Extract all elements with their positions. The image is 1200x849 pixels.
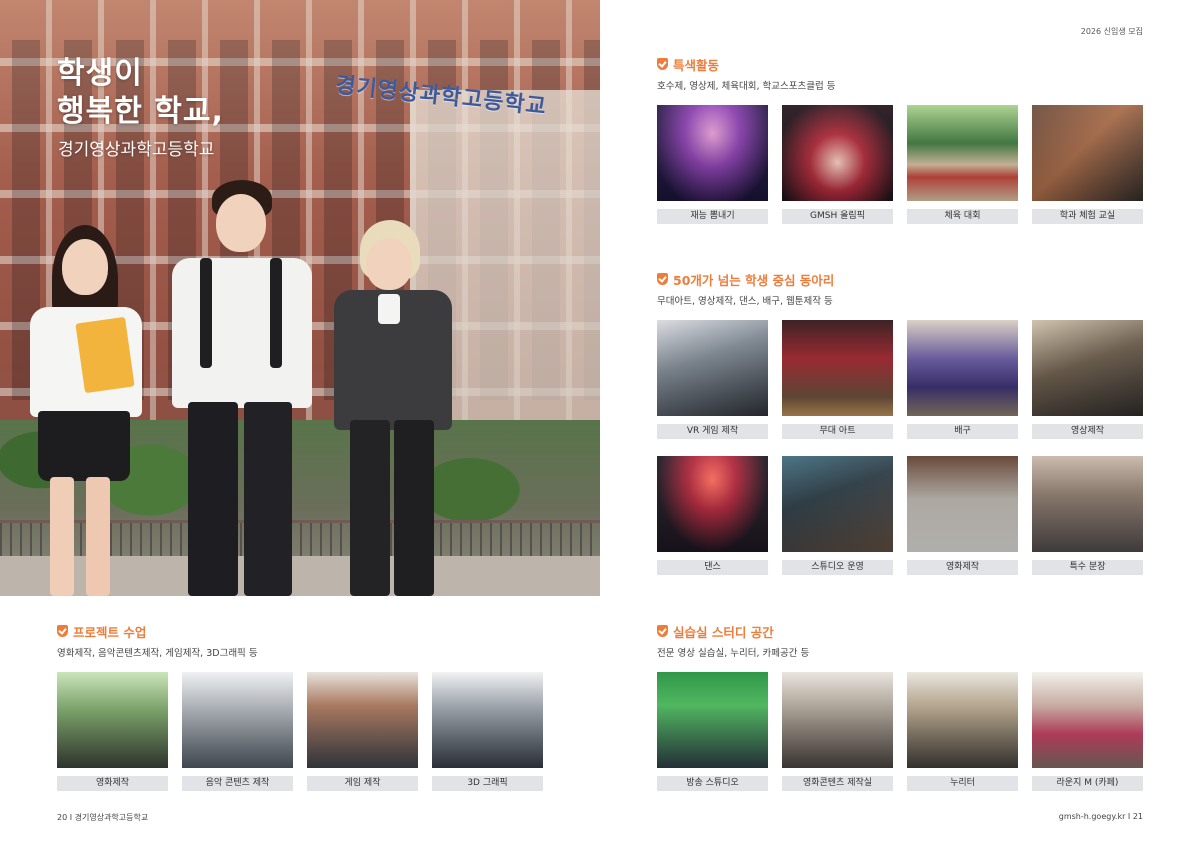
photo-grid: 댄스 스튜디오 운영 영화제작 특수 분장 xyxy=(657,456,1143,575)
photo-special-makeup xyxy=(1032,456,1143,552)
photo-card: 재능 뽐내기 xyxy=(657,105,768,224)
photo-caption: 배구 xyxy=(907,424,1018,439)
section-title: 실습실 스터디 공간 xyxy=(673,624,774,640)
photo-caption: 3D 그래픽 xyxy=(432,776,543,791)
photo-caption: 영화콘텐츠 제작실 xyxy=(782,776,893,791)
photo-caption: 스튜디오 운영 xyxy=(782,560,893,575)
photo-movie-class xyxy=(57,672,168,768)
section-title: 프로젝트 수업 xyxy=(73,624,147,640)
section-study-spaces: 실습실 스터디 공간 전문 영상 실습실, 누리터, 카페공간 등 xyxy=(657,622,1143,659)
check-shield-icon xyxy=(657,58,668,70)
photo-content-room xyxy=(782,672,893,768)
photo-card: 영화제작 xyxy=(907,456,1018,575)
student-figure xyxy=(20,225,150,596)
hero-subtitle: 경기영상과학고등학교 xyxy=(58,140,215,160)
photo-card: 스튜디오 운영 xyxy=(782,456,893,575)
section-title: 50개가 넘는 학생 중심 동아리 xyxy=(673,272,835,288)
photo-caption: 영화제작 xyxy=(57,776,168,791)
photo-caption: 누리터 xyxy=(907,776,1018,791)
photo-video-production xyxy=(1032,320,1143,416)
photo-caption: 댄스 xyxy=(657,560,768,575)
photo-volleyball xyxy=(907,320,1018,416)
section-clubs: 50개가 넘는 학생 중심 동아리 무대아트, 영상제작, 댄스, 배구, 웹툰… xyxy=(657,270,1143,307)
photo-card: 댄스 xyxy=(657,456,768,575)
photo-card: 특수 분장 xyxy=(1032,456,1143,575)
footer-right-page-number: gmsh-h.goegy.kr I 21 xyxy=(1058,812,1143,821)
section-description: 영화제작, 음악콘텐츠제작, 게임제작, 3D그래픽 등 xyxy=(57,648,258,659)
photo-talent-show xyxy=(657,105,768,201)
photo-caption: VR 게임 제작 xyxy=(657,424,768,439)
photo-card: 체육 대회 xyxy=(907,105,1018,224)
photo-card: 영화콘텐츠 제작실 xyxy=(782,672,893,791)
photo-caption: 재능 뽐내기 xyxy=(657,209,768,224)
photo-music-content xyxy=(182,672,293,768)
photo-card: 3D 그래픽 xyxy=(432,672,543,791)
photo-card: GMSH 올림픽 xyxy=(782,105,893,224)
photo-caption: 학과 체험 교실 xyxy=(1032,209,1143,224)
photo-film-making xyxy=(907,456,1018,552)
section-description: 무대아트, 영상제작, 댄스, 배구, 웹툰제작 등 xyxy=(657,296,833,307)
photo-grid: 영화제작 음악 콘텐츠 제작 게임 제작 3D 그래픽 xyxy=(57,672,543,791)
check-shield-icon xyxy=(657,625,668,637)
brochure-spread: 경기영상과학고등학교 학생이 행복한 학교, 경기영상과학고등학교 2026 신… xyxy=(0,0,1200,849)
photo-vr-game xyxy=(657,320,768,416)
photo-olympic xyxy=(782,105,893,201)
photo-lounge-cafe xyxy=(1032,672,1143,768)
photo-3d-graphics xyxy=(432,672,543,768)
photo-broadcast-studio xyxy=(657,672,768,768)
footer-left-page-number: 20 I 경기영상과학고등학교 xyxy=(57,813,149,822)
photo-caption: 특수 분장 xyxy=(1032,560,1143,575)
check-shield-icon xyxy=(57,625,68,637)
photo-caption: 체육 대회 xyxy=(907,209,1018,224)
photo-caption: GMSH 올림픽 xyxy=(782,209,893,224)
header-note: 2026 신입생 모집 xyxy=(1080,27,1143,36)
photo-card: 영상제작 xyxy=(1032,320,1143,439)
photo-sports-day xyxy=(907,105,1018,201)
photo-grid: VR 게임 제작 무대 아트 배구 영상제작 xyxy=(657,320,1143,439)
photo-card: 영화제작 xyxy=(57,672,168,791)
photo-caption: 라운지 M (카페) xyxy=(1032,776,1143,791)
photo-game-making xyxy=(307,672,418,768)
photo-caption: 영화제작 xyxy=(907,560,1018,575)
check-shield-icon xyxy=(657,273,668,285)
hero-photo: 경기영상과학고등학교 학생이 행복한 학교, 경기영상과학고등학교 xyxy=(0,0,600,596)
photo-card: 라운지 M (카페) xyxy=(1032,672,1143,791)
section-special-activities: 특색활동 호수제, 영상제, 체육대회, 학교스포츠클럽 등 xyxy=(657,55,1143,92)
photo-class-experience xyxy=(1032,105,1143,201)
photo-card: 방송 스튜디오 xyxy=(657,672,768,791)
photo-grid: 방송 스튜디오 영화콘텐츠 제작실 누리터 라운지 M (카페) xyxy=(657,672,1143,791)
photo-card: VR 게임 제작 xyxy=(657,320,768,439)
hero-title: 학생이 행복한 학교, xyxy=(57,56,224,129)
photo-card: 무대 아트 xyxy=(782,320,893,439)
photo-nuriteo xyxy=(907,672,1018,768)
photo-stage-art xyxy=(782,320,893,416)
photo-dance xyxy=(657,456,768,552)
photo-card: 누리터 xyxy=(907,672,1018,791)
photo-caption: 방송 스튜디오 xyxy=(657,776,768,791)
photo-card: 게임 제작 xyxy=(307,672,418,791)
photo-caption: 음악 콘텐츠 제작 xyxy=(182,776,293,791)
section-description: 전문 영상 실습실, 누리터, 카페공간 등 xyxy=(657,648,810,659)
photo-card: 음악 콘텐츠 제작 xyxy=(182,672,293,791)
section-title: 특색활동 xyxy=(673,57,720,73)
student-figure xyxy=(330,220,455,596)
section-description: 호수제, 영상제, 체육대회, 학교스포츠클럽 등 xyxy=(657,81,836,92)
photo-grid: 재능 뽐내기 GMSH 올림픽 체육 대회 학과 체험 교실 xyxy=(657,105,1143,224)
photo-caption: 영상제작 xyxy=(1032,424,1143,439)
section-project-classes: 프로젝트 수업 영화제작, 음악콘텐츠제작, 게임제작, 3D그래픽 등 xyxy=(57,622,543,659)
photo-card: 배구 xyxy=(907,320,1018,439)
photo-caption: 게임 제작 xyxy=(307,776,418,791)
photo-studio-operation xyxy=(782,456,893,552)
photo-caption: 무대 아트 xyxy=(782,424,893,439)
photo-card: 학과 체험 교실 xyxy=(1032,105,1143,224)
student-figure xyxy=(162,180,322,596)
